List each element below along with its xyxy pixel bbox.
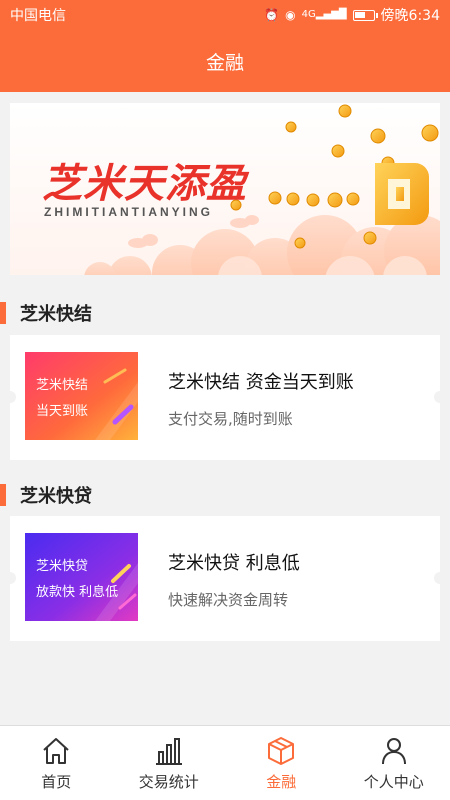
product-title: 芝米快贷 利息低 (168, 553, 300, 574)
battery-icon (352, 9, 378, 21)
section-header-kuaidai: 芝米快贷 (0, 481, 450, 509)
battery-level (354, 11, 365, 18)
tab-profile[interactable]: 个人中心 (338, 726, 450, 800)
thumbnail-art (25, 533, 138, 621)
bottom-tab-bar: 首页 交易统计 金融 个人中心 (0, 725, 450, 800)
alarm-icon: ⏰ (264, 8, 280, 22)
section-accent-bar (0, 484, 6, 506)
eye-icon: ◉ (285, 8, 296, 22)
thumbnail-art (25, 352, 138, 440)
section-accent-bar (0, 302, 6, 324)
home-icon (43, 737, 69, 764)
person-icon (381, 737, 406, 764)
tab-label: 首页 (41, 772, 72, 791)
thumbnail-line1: 芝米快贷 (36, 559, 89, 574)
tab-label: 个人中心 (363, 772, 424, 791)
status-icons: ⏰ ◉ 4G▂▄▆█ 傍晚6:34 (264, 5, 440, 25)
product-card-kuaidai[interactable]: 芝米快贷 放款快 利息低 芝米快贷 利息低 快速解决资金周转 (4, 516, 446, 641)
title-bar: 金融 (0, 30, 450, 92)
thumbnail-line2: 放款快 利息低 (36, 585, 119, 600)
network-label: 4G (301, 9, 316, 20)
banner-subtitle: ZHIMITIANTIANYING (44, 205, 213, 219)
thumbnail-line1: 芝米快结 (36, 378, 89, 393)
section-title: 芝米快贷 (20, 486, 92, 507)
product-subtitle: 快速解决资金周转 (168, 591, 289, 609)
product-subtitle: 支付交易,随时到账 (168, 410, 293, 428)
status-bar: 中国电信 ⏰ ◉ 4G▂▄▆█ 傍晚6:34 (0, 0, 450, 30)
section-header-kuaijie: 芝米快结 (0, 299, 450, 327)
tab-label: 金融 (266, 772, 297, 791)
tab-label: 交易统计 (138, 772, 199, 791)
tab-finance[interactable]: 金融 (225, 726, 338, 800)
bar-chart-icon (155, 737, 182, 765)
signal-icon: 4G▂▄▆█ (301, 9, 347, 20)
tab-statistics[interactable]: 交易统计 (113, 726, 226, 800)
thumbnail-line2: 当天到账 (36, 404, 89, 419)
product-title: 芝米快结 资金当天到账 (168, 372, 354, 393)
section-title: 芝米快结 (20, 304, 92, 325)
product-card-kuaijie[interactable]: 芝米快结 当天到账 芝米快结 资金当天到账 支付交易,随时到账 (4, 335, 446, 460)
clock-label: 傍晚6:34 (380, 8, 440, 24)
carrier-label: 中国电信 (10, 8, 66, 24)
promo-banner[interactable]: 芝米天添盈 ZHIMITIANTIANYING (10, 103, 440, 275)
product-thumbnail: 芝米快贷 放款快 利息低 (25, 533, 138, 621)
tab-home[interactable]: 首页 (0, 726, 113, 800)
product-thumbnail: 芝米快结 当天到账 (25, 352, 138, 440)
banner-title: 芝米天添盈 (42, 160, 247, 207)
box-icon (268, 736, 295, 765)
page-title: 金融 (205, 51, 244, 74)
